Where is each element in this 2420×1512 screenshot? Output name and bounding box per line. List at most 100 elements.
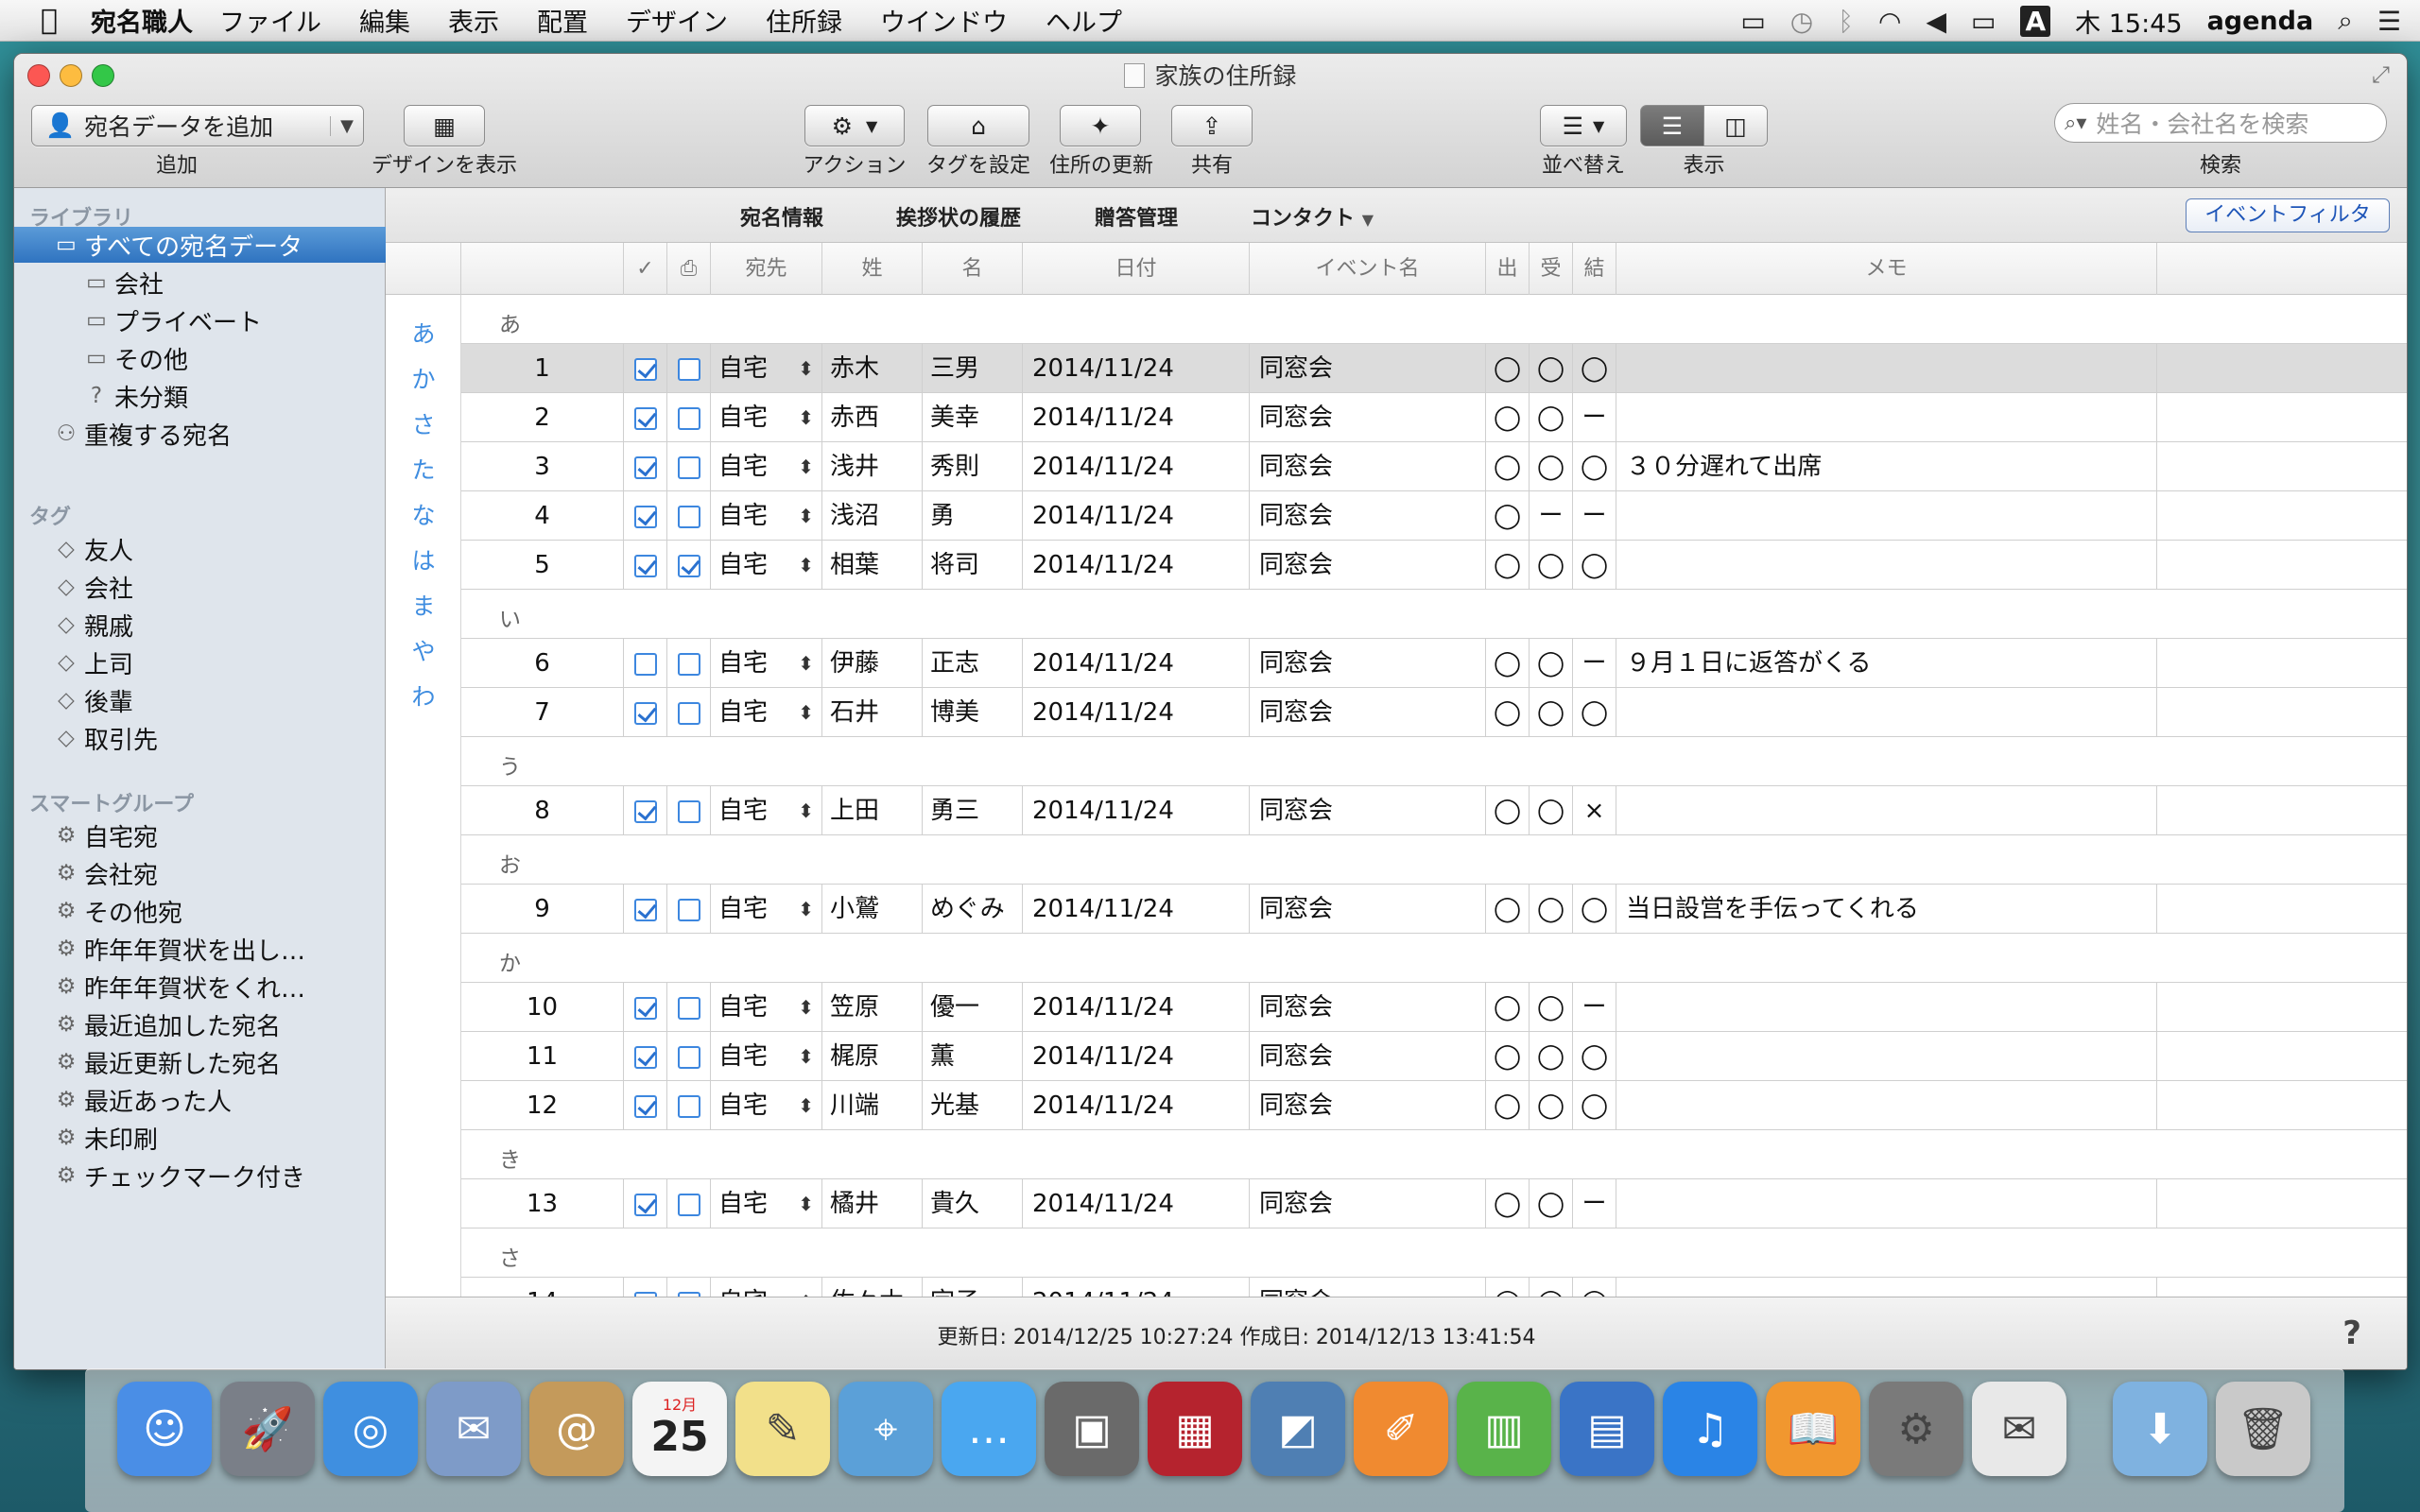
- check-checkbox[interactable]: [633, 357, 657, 381]
- sort-button[interactable]: ☰ ▼: [1540, 105, 1627, 146]
- apple-menu-icon[interactable]: : [21, 4, 78, 37]
- wifi-icon[interactable]: ◠: [1878, 6, 1901, 37]
- view-list-button[interactable]: ☰: [1640, 105, 1704, 146]
- stepper-icon[interactable]: ⬍: [798, 885, 814, 934]
- stepper-icon[interactable]: ⬍: [798, 639, 814, 688]
- col-memo[interactable]: メモ: [1616, 243, 2157, 295]
- check-checkbox[interactable]: [633, 1193, 657, 1216]
- col-print[interactable]: ⎙: [667, 243, 711, 295]
- index-a[interactable]: あ: [386, 316, 461, 350]
- battery-icon[interactable]: ▭: [1971, 6, 1996, 37]
- print-checkbox[interactable]: [677, 799, 700, 823]
- facetime-icon[interactable]: ▣: [1045, 1382, 1139, 1476]
- sidebar-tag-friend[interactable]: ◇ 友人: [14, 531, 386, 567]
- iphoto-icon[interactable]: ◩: [1251, 1382, 1345, 1476]
- show-design-button[interactable]: ▦: [404, 105, 485, 146]
- input-method-icon[interactable]: A: [2020, 5, 2051, 37]
- cell-dest-text[interactable]: 自宅: [718, 551, 768, 579]
- table-row[interactable]: 9 自宅 ⬍ 小鷲 めぐみ 2014/11/24 同窓会 ◯ ◯ ◯ 当日設営を手伝ってくれる: [461, 885, 2407, 934]
- menu-edit[interactable]: 編集: [359, 2, 410, 39]
- print-checkbox[interactable]: [677, 652, 700, 676]
- sidebar-tag-client[interactable]: ◇ 取引先: [14, 720, 386, 756]
- cell-dest-text[interactable]: 自宅: [718, 502, 768, 530]
- menubar-user[interactable]: agenda: [2207, 7, 2314, 36]
- col-out[interactable]: 出: [1486, 243, 1530, 295]
- set-tag-button[interactable]: ⌂: [927, 105, 1029, 146]
- print-checkbox[interactable]: [677, 701, 700, 725]
- smart-group-item[interactable]: ⚙ 昨年年賀状をくれ…: [14, 969, 386, 1005]
- cell-dest-text[interactable]: 自宅: [718, 1288, 768, 1297]
- check-checkbox[interactable]: [633, 505, 657, 528]
- table-row[interactable]: 6 自宅 ⬍ 伊藤 正志 2014/11/24 同窓会 ◯ ◯ ー ９月１日に返答がくる: [461, 639, 2407, 688]
- search-field[interactable]: ⌕▾ 姓名・会社名を検索: [2054, 103, 2387, 143]
- tab-address-info[interactable]: 宛名情報: [740, 201, 823, 232]
- check-checkbox[interactable]: [633, 1094, 657, 1118]
- table-row[interactable]: 1 自宅 ⬍ 赤木 三男 2014/11/24 同窓会 ◯ ◯ ◯: [461, 344, 2407, 393]
- col-check[interactable]: ✓: [624, 243, 667, 295]
- stepper-icon[interactable]: ⬍: [798, 786, 814, 835]
- check-checkbox[interactable]: [633, 406, 657, 430]
- finder-icon[interactable]: ☺: [117, 1382, 212, 1476]
- check-checkbox[interactable]: [633, 554, 657, 577]
- cell-dest-text[interactable]: 自宅: [718, 649, 768, 678]
- stepper-icon[interactable]: ⬍: [798, 1278, 814, 1297]
- index-ha[interactable]: は: [386, 542, 461, 576]
- stepper-icon[interactable]: ⬍: [798, 393, 814, 442]
- add-record-button[interactable]: 👤 宛名データを追加 ▼: [31, 105, 364, 146]
- menu-arrange[interactable]: 配置: [537, 2, 588, 39]
- cell-dest-text[interactable]: 自宅: [718, 895, 768, 923]
- bluetooth-icon[interactable]: ᛒ: [1838, 6, 1854, 37]
- stepper-icon[interactable]: ⬍: [798, 1179, 814, 1228]
- tab-contact[interactable]: コンタクト ▼: [1251, 201, 1374, 232]
- smart-group-item[interactable]: ⚙ 最近更新した宛名: [14, 1044, 386, 1080]
- col-date[interactable]: 日付: [1023, 243, 1250, 295]
- table-row[interactable]: 7 自宅 ⬍ 石井 博美 2014/11/24 同窓会 ◯ ◯ ◯: [461, 688, 2407, 737]
- notification-center-icon[interactable]: ☰: [2377, 6, 2401, 37]
- print-checkbox[interactable]: [677, 898, 700, 921]
- volume-icon[interactable]: ◀: [1926, 6, 1946, 37]
- smart-group-item[interactable]: ⚙ 最近追加した宛名: [14, 1006, 386, 1042]
- print-checkbox[interactable]: [677, 357, 700, 381]
- stepper-icon[interactable]: ⬍: [798, 541, 814, 590]
- cell-dest-text[interactable]: 自宅: [718, 1042, 768, 1071]
- cell-dest-text[interactable]: 自宅: [718, 453, 768, 481]
- cell-dest-text[interactable]: 自宅: [718, 797, 768, 825]
- smart-group-item[interactable]: ⚙ 会社宛: [14, 855, 386, 891]
- app-menu[interactable]: 宛名職人: [91, 2, 193, 39]
- table-row[interactable]: 12 自宅 ⬍ 川端 光基 2014/11/24 同窓会 ◯ ◯ ◯: [461, 1081, 2407, 1130]
- calendar-icon[interactable]: 12月 25: [632, 1382, 727, 1476]
- sidebar-tag-relatives[interactable]: ◇ 親戚: [14, 607, 386, 643]
- time-machine-icon[interactable]: ◷: [1790, 6, 1813, 37]
- atena-shokunin-icon[interactable]: ✉: [1972, 1382, 2066, 1476]
- print-checkbox[interactable]: [677, 554, 700, 577]
- print-checkbox[interactable]: [677, 1094, 700, 1118]
- check-checkbox[interactable]: [633, 652, 657, 676]
- help-button[interactable]: ?: [2342, 1314, 2361, 1352]
- safari-icon[interactable]: ◎: [323, 1382, 418, 1476]
- col-number[interactable]: [461, 243, 624, 295]
- cell-dest-text[interactable]: 自宅: [718, 698, 768, 727]
- smart-group-item[interactable]: ⚙ 昨年年賀状を出し…: [14, 931, 386, 967]
- sidebar-tag-junior[interactable]: ◇ 後輩: [14, 682, 386, 718]
- table-row[interactable]: 14 自宅 ⬍ 佐々木 宗子 2014/11/24 同窓会 ◯ ◯ ◯: [461, 1278, 2407, 1297]
- print-checkbox[interactable]: [677, 406, 700, 430]
- stepper-icon[interactable]: ⬍: [798, 344, 814, 393]
- downloads-icon[interactable]: ⬇: [2113, 1382, 2207, 1476]
- table-row[interactable]: 8 自宅 ⬍ 上田 勇三 2014/11/24 同窓会 ◯ ◯ ×: [461, 786, 2407, 835]
- sidebar-item-private[interactable]: ▭ プライベート: [14, 302, 386, 338]
- keynote-icon[interactable]: ▤: [1560, 1382, 1654, 1476]
- index-ta[interactable]: た: [386, 452, 461, 486]
- index-ya[interactable]: や: [386, 633, 461, 667]
- menu-design[interactable]: デザイン: [626, 2, 728, 39]
- airplay-icon[interactable]: ▭: [1740, 6, 1765, 37]
- index-sa[interactable]: さ: [386, 406, 461, 440]
- itunes-icon[interactable]: ♫: [1663, 1382, 1757, 1476]
- sidebar-item-company[interactable]: ▭ 会社: [14, 265, 386, 301]
- print-checkbox[interactable]: [677, 455, 700, 479]
- photo-booth-icon[interactable]: ▦: [1148, 1382, 1242, 1476]
- spotlight-icon[interactable]: ⌕: [2338, 5, 2353, 37]
- menu-file[interactable]: ファイル: [219, 2, 321, 39]
- update-address-button[interactable]: ✦: [1060, 105, 1141, 146]
- share-button[interactable]: ⇪: [1171, 105, 1253, 146]
- ibooks-icon[interactable]: 📖: [1766, 1382, 1860, 1476]
